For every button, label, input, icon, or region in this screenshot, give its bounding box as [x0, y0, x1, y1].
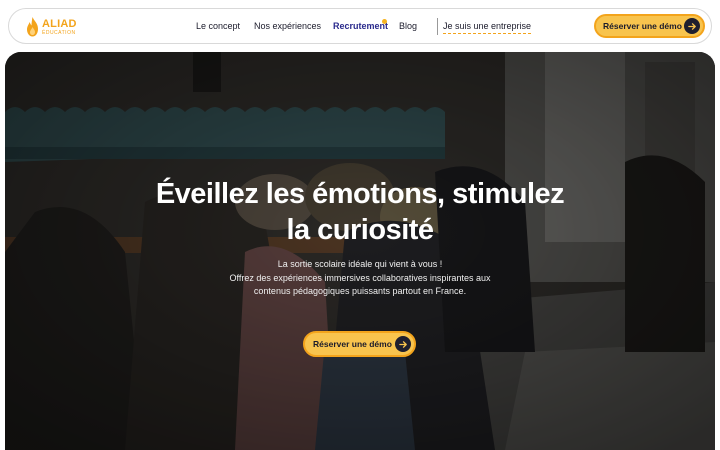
hero-subtitle: La sortie scolaire idéale qui vient à vo… [5, 258, 715, 299]
book-demo-label: Réserver une démo [313, 339, 392, 349]
brand-tagline: ÉDUCATION [42, 29, 76, 36]
flame-icon [27, 17, 38, 37]
nav-divider [437, 18, 438, 35]
hero-subtitle-line2: Offrez des expériences immersives collab… [229, 272, 491, 283]
notification-dot [382, 19, 387, 24]
brand-name: ALIAD [42, 17, 77, 30]
hero-subtitle-line1: La sortie scolaire idéale qui vient à vo… [277, 259, 443, 269]
hero-heading-line2: la curiosité [286, 214, 434, 246]
arrow-right-icon [395, 336, 411, 352]
book-demo-button-hero[interactable]: Réserver une démo [303, 331, 416, 357]
nav-link-concept[interactable]: Le concept [196, 9, 240, 43]
hero-section: Éveillez les émotions, stimulez la curio… [5, 52, 715, 450]
hero-heading-line1: Éveillez les émotions, stimulez [155, 178, 565, 210]
nav-link-experiences[interactable]: Nos expériences [254, 9, 321, 43]
nav-link-recrutement[interactable]: Recrutement [333, 9, 388, 43]
book-demo-label: Réserver une démo [603, 21, 682, 31]
hero-darken-overlay [5, 52, 715, 450]
book-demo-button-nav[interactable]: Réserver une démo [594, 14, 705, 38]
aliad-logo[interactable]: ALIAD ÉDUCATION [26, 16, 77, 38]
hero-heading: Éveillez les émotions, stimulez la curio… [5, 176, 715, 248]
enterprise-link[interactable]: Je suis une entreprise [443, 20, 532, 34]
nav-link-blog[interactable]: Blog [399, 9, 417, 43]
hero-subtitle-line3: contenus pédagogiques puissants partout … [253, 286, 467, 296]
top-navbar: ALIAD ÉDUCATION Le concept Nos expérienc… [8, 8, 712, 44]
arrow-right-icon [684, 18, 700, 34]
